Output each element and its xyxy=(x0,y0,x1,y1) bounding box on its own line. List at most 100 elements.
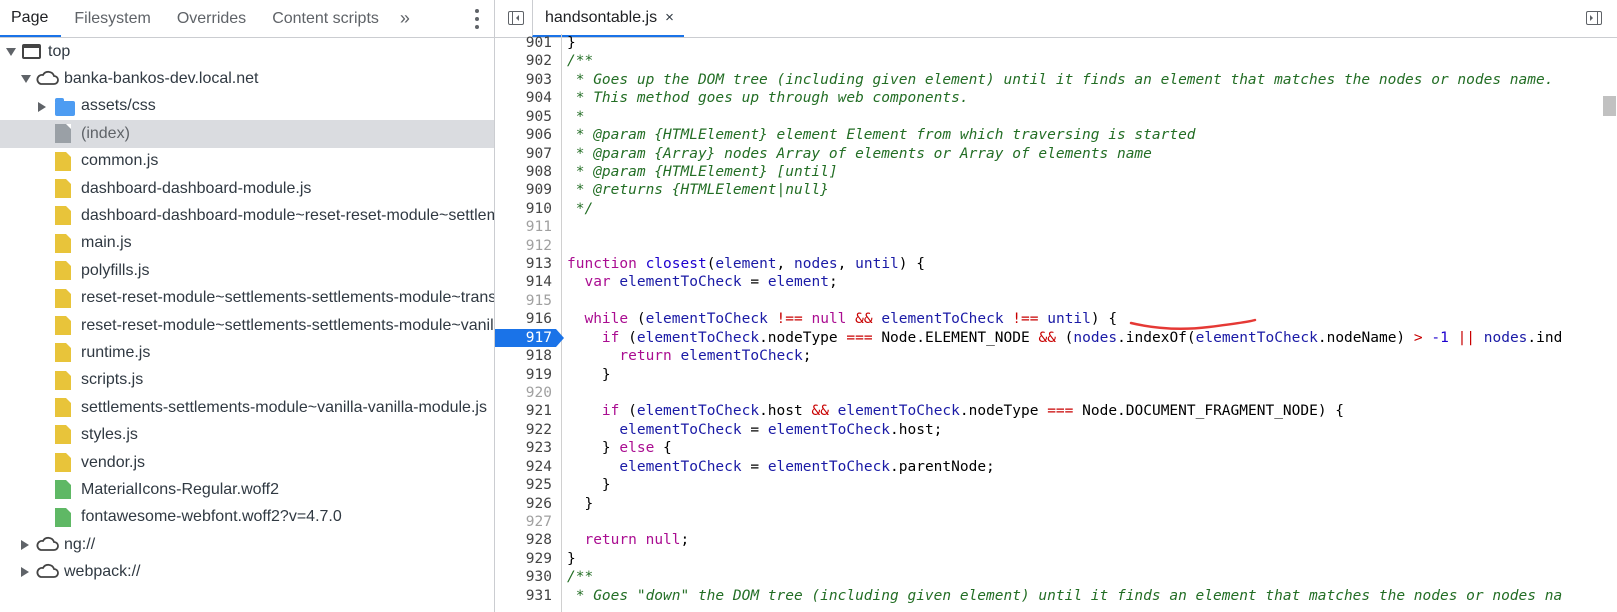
line-number[interactable]: 923 xyxy=(495,439,552,457)
tree-item-label: ng:// xyxy=(64,535,96,553)
collapse-arrow-icon[interactable] xyxy=(38,101,46,112)
code-line: 903 * Goes up the DOM tree (including gi… xyxy=(495,71,1617,89)
line-number[interactable]: 908 xyxy=(495,163,552,181)
line-number[interactable]: 910 xyxy=(495,200,552,218)
tree-item-file[interactable]: dashboard-dashboard-module.js xyxy=(0,175,494,202)
code-line: 902 /** xyxy=(495,52,1617,70)
code-view[interactable]: 901} 902/** 903 * Goes up the DOM tree (in… xyxy=(495,34,1617,612)
line-number[interactable]: 918 xyxy=(495,347,552,365)
red-underline-annotation xyxy=(1129,318,1257,331)
more-options-icon[interactable] xyxy=(474,9,480,29)
line-number[interactable]: 914 xyxy=(495,273,552,291)
tree-item-label: reset-reset-module~settlements-settlemen… xyxy=(81,289,494,307)
line-number[interactable]: 920 xyxy=(495,384,552,402)
vertical-scrollbar[interactable] xyxy=(1603,34,1617,612)
line-number[interactable]: 907 xyxy=(495,145,552,163)
line-number[interactable]: 916 xyxy=(495,310,552,328)
tree-item-folder[interactable]: assets/css xyxy=(0,93,494,120)
code-text: if (elementToCheck.host && elementToChec… xyxy=(601,403,1345,420)
tab-page[interactable]: Page xyxy=(0,0,62,37)
line-number[interactable]: 931 xyxy=(495,587,552,605)
tree-item-label: polyfills.js xyxy=(81,261,150,279)
script-file-icon xyxy=(55,370,71,390)
source-editor: handsontable.js × 901} 902/** 903 * Goes u… xyxy=(495,0,1617,612)
collapse-arrow-icon[interactable] xyxy=(21,567,29,578)
line-number[interactable]: 905 xyxy=(495,108,552,126)
line-number[interactable]: 903 xyxy=(495,71,552,89)
font-file-icon xyxy=(55,507,71,527)
tree-item-file[interactable]: MaterialIcons-Regular.woff2 xyxy=(0,476,494,503)
line-number[interactable]: 901 xyxy=(495,34,552,52)
line-number[interactable]: 919 xyxy=(495,366,552,384)
tree-item-file[interactable]: reset-reset-module~settlements-settlemen… xyxy=(0,285,494,312)
tree-item-domain[interactable]: webpack:// xyxy=(0,558,494,585)
code-line: 909 * @returns {HTMLElement|null} xyxy=(495,181,1617,199)
line-number[interactable]: 902 xyxy=(495,52,552,70)
tree-item-file[interactable]: fontawesome-webfont.woff2?v=4.7.0 xyxy=(0,504,494,531)
tree-item-domain[interactable]: ng:// xyxy=(0,531,494,558)
line-number[interactable]: 924 xyxy=(495,458,552,476)
tree-item-top[interactable]: top xyxy=(0,38,494,65)
code-line: 913 function closest(element, nodes, unti… xyxy=(495,255,1617,273)
cloud-icon xyxy=(36,536,59,551)
toggle-navigator-icon[interactable] xyxy=(508,11,524,25)
expand-arrow-icon[interactable] xyxy=(6,48,16,56)
tree-item-file[interactable]: vendor.js xyxy=(0,449,494,476)
tree-item-file[interactable]: runtime.js xyxy=(0,339,494,366)
expand-arrow-icon[interactable] xyxy=(21,75,31,84)
line-number[interactable]: 921 xyxy=(495,402,552,420)
tree-item-label: dashboard-dashboard-module.js xyxy=(81,179,312,197)
tree-item-label: (index) xyxy=(81,124,130,142)
breakpoint-marker[interactable]: 917 xyxy=(495,328,564,348)
code-line: 924 elementToCheck = elementToCheck.pare… xyxy=(495,458,1617,476)
script-file-icon xyxy=(55,425,71,445)
tree-item-file[interactable]: styles.js xyxy=(0,421,494,448)
tree-item-file[interactable]: (index) xyxy=(0,120,494,148)
toggle-debugger-icon[interactable] xyxy=(1586,11,1602,25)
code-line: 905 * xyxy=(495,108,1617,126)
tree-item-label: top xyxy=(48,42,71,60)
line-number[interactable]: 904 xyxy=(495,89,552,107)
line-number[interactable]: 915 xyxy=(495,292,552,310)
code-text: } xyxy=(567,477,611,494)
tree-item-file[interactable]: scripts.js xyxy=(0,367,494,394)
tree-item-file[interactable]: polyfills.js xyxy=(0,257,494,284)
line-number[interactable]: 930 xyxy=(495,568,552,586)
code-line: 919 } xyxy=(495,366,1617,384)
code-text: while (elementToCheck !== null && elemen… xyxy=(584,311,1118,328)
line-number[interactable]: 912 xyxy=(495,237,552,255)
tab-content-scripts[interactable]: Content scripts xyxy=(259,0,392,37)
line-number[interactable]: 922 xyxy=(495,421,552,439)
tab-handsontable[interactable]: handsontable.js × xyxy=(532,0,684,37)
collapse-arrow-icon[interactable] xyxy=(21,540,29,551)
script-file-icon xyxy=(55,178,71,198)
line-number[interactable]: 911 xyxy=(495,218,552,236)
scrollbar-thumb[interactable] xyxy=(1603,96,1616,116)
tree-item-file[interactable]: common.js xyxy=(0,148,494,175)
line-number[interactable]: 909 xyxy=(495,181,552,199)
code-line: 926 } xyxy=(495,495,1617,513)
tree-item-label: webpack:// xyxy=(64,563,141,581)
line-number[interactable]: 927 xyxy=(495,513,552,531)
code-line: 910 */ xyxy=(495,200,1617,218)
tree-item-file[interactable]: settlements-settlements-module~vanilla-v… xyxy=(0,394,494,421)
tree-item-file[interactable]: main.js xyxy=(0,230,494,257)
line-number[interactable]: 928 xyxy=(495,531,552,549)
tab-overrides[interactable]: Overrides xyxy=(164,0,259,37)
tree-item-label: fontawesome-webfont.woff2?v=4.7.0 xyxy=(81,508,342,526)
line-number[interactable]: 913 xyxy=(495,255,552,273)
tab-filesystem[interactable]: Filesystem xyxy=(61,0,163,37)
line-number[interactable]: 926 xyxy=(495,495,552,513)
tree-item-label: vendor.js xyxy=(81,453,146,471)
more-tabs-icon[interactable]: » xyxy=(392,0,418,37)
line-number[interactable]: 929 xyxy=(495,550,552,568)
tree-item-domain[interactable]: banka-bankos-dev.local.net xyxy=(0,65,494,92)
close-icon[interactable]: × xyxy=(665,9,674,26)
script-file-icon xyxy=(55,452,71,472)
code-line: 904 * This method goes up through web co… xyxy=(495,89,1617,107)
line-number[interactable]: 906 xyxy=(495,126,552,144)
tree-item-file[interactable]: dashboard-dashboard-module~reset-reset-m… xyxy=(0,202,494,229)
tree-item-file[interactable]: reset-reset-module~settlements-settlemen… xyxy=(0,312,494,339)
code-line: 906 * @param {HTMLElement} element Eleme… xyxy=(495,126,1617,144)
line-number[interactable]: 925 xyxy=(495,476,552,494)
